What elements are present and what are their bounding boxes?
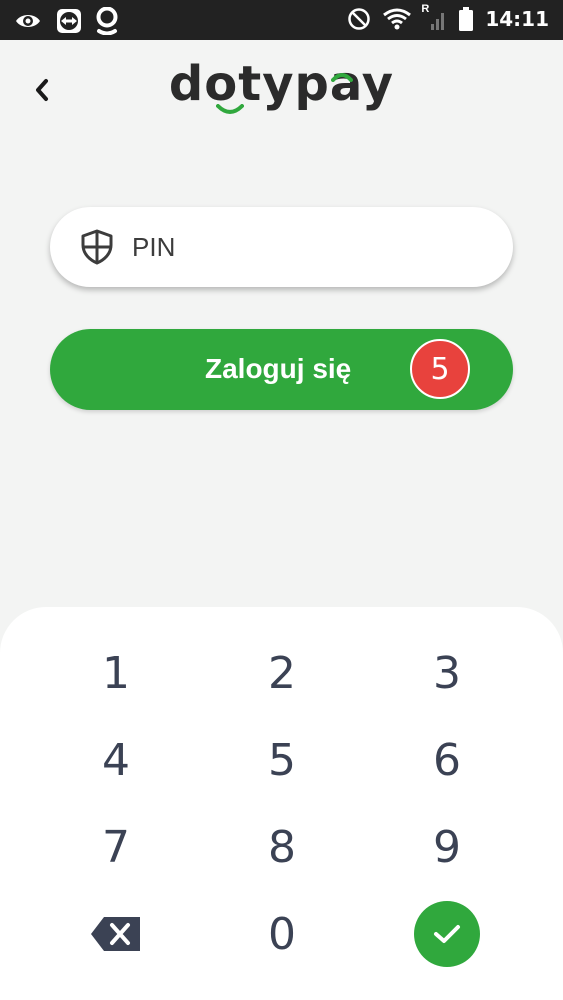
dotypay-logo: dotypay bbox=[168, 56, 395, 112]
backspace-icon bbox=[91, 917, 140, 951]
key-0[interactable]: 0 bbox=[222, 894, 342, 974]
teamviewer-icon bbox=[57, 9, 81, 33]
key-9[interactable]: 9 bbox=[387, 807, 507, 887]
wifi-icon bbox=[383, 8, 412, 30]
key-2[interactable]: 2 bbox=[222, 633, 342, 713]
login-button[interactable]: Zaloguj się 5 bbox=[50, 329, 513, 410]
status-time: 14:11 bbox=[485, 7, 549, 31]
logo-arc-icon bbox=[331, 73, 353, 82]
battery-icon bbox=[459, 7, 474, 31]
do-not-disturb-icon bbox=[348, 8, 371, 30]
confirm-button[interactable] bbox=[387, 894, 507, 974]
key-5[interactable]: 5 bbox=[222, 720, 342, 800]
login-button-label: Zaloguj się bbox=[205, 353, 352, 384]
key-1[interactable]: 1 bbox=[56, 633, 176, 713]
attempts-badge: 5 bbox=[410, 339, 470, 399]
pin-input[interactable] bbox=[130, 230, 454, 264]
confirm-circle bbox=[414, 901, 480, 967]
key-4[interactable]: 4 bbox=[56, 720, 176, 800]
key-8[interactable]: 8 bbox=[222, 807, 342, 887]
logo-smile-icon bbox=[216, 104, 244, 114]
status-bar: R 14:11 bbox=[0, 0, 563, 40]
shield-icon bbox=[81, 229, 113, 265]
check-icon bbox=[434, 925, 460, 943]
eye-icon bbox=[16, 15, 40, 27]
key-3[interactable]: 3 bbox=[387, 633, 507, 713]
signal-icon: R bbox=[421, 3, 447, 32]
key-6[interactable]: 6 bbox=[387, 720, 507, 800]
location-icon bbox=[96, 7, 118, 35]
numeric-keypad: 1 2 3 4 5 6 7 8 9 0 bbox=[0, 607, 563, 1000]
key-7[interactable]: 7 bbox=[56, 807, 176, 887]
backspace-button[interactable] bbox=[56, 894, 176, 974]
pin-field[interactable] bbox=[50, 207, 513, 287]
